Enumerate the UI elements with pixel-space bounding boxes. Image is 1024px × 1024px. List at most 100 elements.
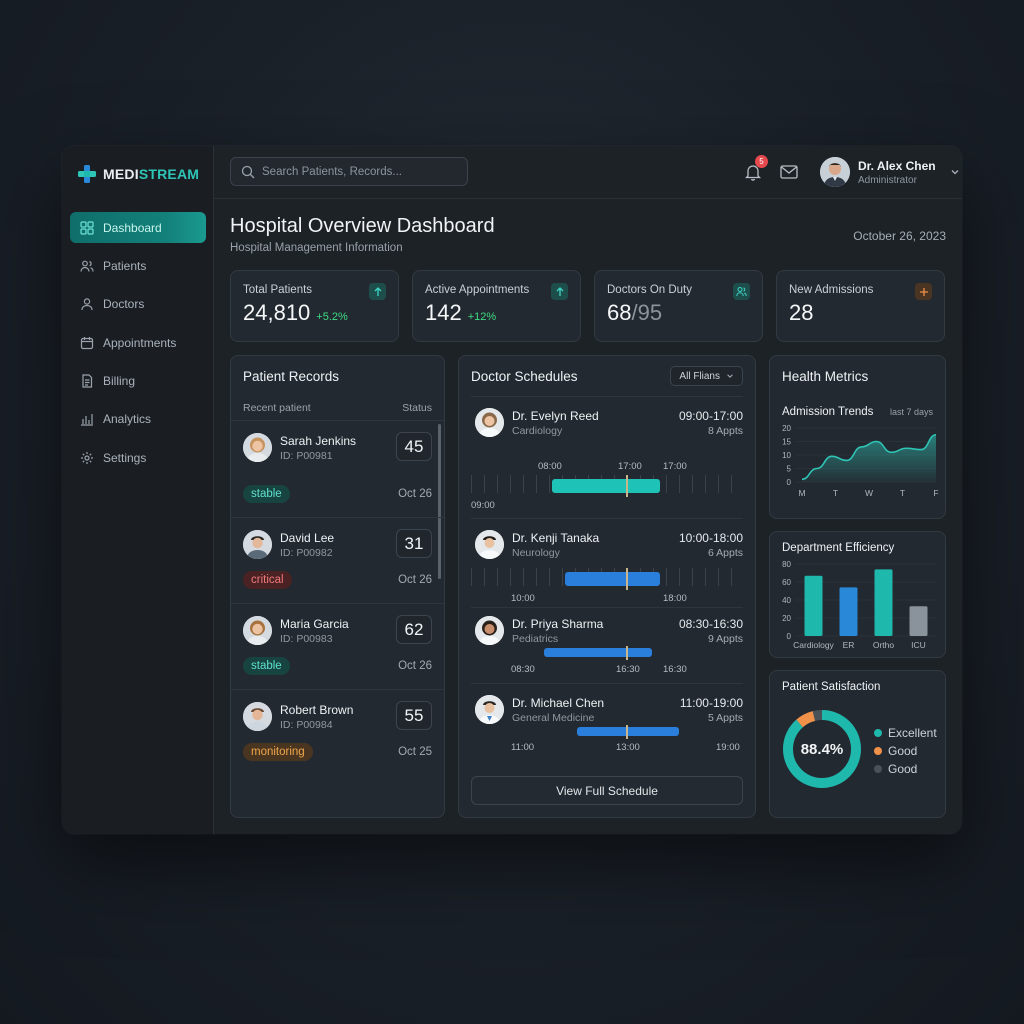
column-header: Recent patient — [243, 402, 311, 414]
doctor-name: Dr. Priya Sharma — [512, 617, 604, 631]
timeline-label: 17:00 — [663, 461, 687, 472]
mail-icon[interactable] — [780, 164, 798, 180]
calendar-icon — [80, 336, 94, 349]
chevron-down-icon — [727, 374, 733, 378]
shift-bar[interactable] — [552, 479, 660, 493]
page-title: Hospital Overview Dashboard — [230, 215, 495, 237]
timeline — [471, 475, 743, 497]
doctor-schedule-item[interactable]: Dr. Evelyn Reed Cardiology 09:00-17:00 8… — [471, 408, 743, 518]
patient-score: 55 — [396, 701, 432, 730]
sidebar-item-appointments[interactable]: Appointments — [70, 327, 206, 358]
x-tick-label: Ortho — [873, 640, 895, 650]
shift-bar[interactable] — [565, 572, 660, 586]
legend-swatch — [874, 729, 882, 737]
user-icon — [81, 298, 93, 311]
sidebar-item-patients[interactable]: Patients — [70, 250, 206, 281]
logo-cross-icon — [78, 165, 96, 183]
arrow-up-icon — [369, 283, 386, 300]
patient-name: David Lee — [280, 531, 335, 545]
timeline-label: 16:30 — [663, 664, 687, 675]
legend-label: Good — [888, 744, 918, 758]
satisfaction-legend: Excellent Good Good — [874, 726, 937, 780]
y-tick-label: 0 — [787, 478, 792, 487]
current-time-marker — [626, 568, 628, 590]
document-icon — [82, 374, 93, 388]
shift-bar[interactable] — [544, 648, 652, 657]
patient-satisfaction-chart[interactable]: 88.4% — [780, 707, 864, 791]
shift-bar[interactable] — [577, 727, 679, 736]
status-badge: stable — [243, 657, 290, 675]
status-badge: monitoring — [243, 743, 313, 761]
stat-delta: +12% — [467, 311, 497, 323]
app-window: MEDISTREAM Dashboard Patients Doctors Ap… — [62, 146, 962, 834]
doctor-schedule-item[interactable]: Dr. Michael Chen General Medicine 11:00-… — [471, 695, 743, 765]
timeline-label: 18:00 — [663, 593, 687, 604]
panel-title: Doctor Schedules — [471, 369, 578, 384]
sidebar-item-analytics[interactable]: Analytics — [70, 404, 206, 435]
doctor-schedule-item[interactable]: Dr. Priya Sharma Pediatrics 08:30-16:30 … — [471, 616, 743, 686]
y-tick-label: 60 — [782, 578, 791, 587]
timeline-label: 08:00 — [538, 461, 562, 472]
list-item[interactable]: Sarah Jenkins ID: P00981 45 stable Oct 2… — [231, 420, 444, 517]
x-tick-label: F — [933, 488, 938, 498]
view-full-schedule-button[interactable]: View Full Schedule — [471, 776, 743, 805]
y-tick-label: 5 — [787, 465, 792, 474]
bar-chart-icon — [81, 414, 93, 427]
filter-label: All Flians — [679, 370, 720, 382]
status-badge: critical — [243, 571, 292, 589]
health-metrics-panel: Health Metrics Admission Trends last 7 d… — [769, 355, 946, 519]
doctor-name: Dr. Kenji Tanaka — [512, 531, 600, 545]
doctor-schedules-panel: Doctor Schedules All Flians Dr. Evelyn R… — [458, 355, 756, 818]
admission-trends-chart[interactable]: 0 5 10 15 20 M T W T F — [776, 424, 941, 512]
doctor-schedule-item[interactable]: Dr. Kenji Tanaka Neurology 10:00-18:00 6… — [471, 530, 743, 610]
admission-trends-note: last 7 days — [889, 407, 933, 417]
logo[interactable]: MEDISTREAM — [77, 164, 199, 184]
legend-swatch — [874, 765, 882, 773]
patient-id: ID: P00981 — [280, 450, 333, 462]
avatar — [475, 695, 504, 724]
record-date: Oct 26 — [398, 488, 432, 500]
sidebar-item-label: Settings — [103, 450, 147, 465]
record-date: Oct 25 — [398, 746, 432, 758]
panel-title: Health Metrics — [782, 369, 869, 384]
search-box[interactable] — [230, 157, 468, 186]
bar — [804, 575, 823, 636]
patient-satisfaction-panel: Patient Satisfaction 88.4% Excellent Good… — [769, 670, 946, 818]
arrow-up-icon — [551, 283, 568, 300]
current-time-marker — [626, 725, 628, 739]
timeline — [471, 725, 743, 739]
sidebar-item-doctors[interactable]: Doctors — [70, 289, 206, 320]
avatar — [243, 530, 272, 559]
list-item[interactable]: David Lee ID: P00982 31 critical Oct 26 — [231, 517, 444, 603]
sidebar-item-dashboard[interactable]: Dashboard — [70, 212, 206, 243]
timeline-label: 19:00 — [716, 742, 740, 753]
search-icon — [241, 165, 255, 178]
user-menu[interactable]: Dr. Alex Chen Administrator — [820, 157, 960, 187]
patient-score: 31 — [396, 529, 432, 558]
legend-item: Excellent — [874, 726, 937, 740]
search-input[interactable] — [262, 165, 452, 178]
x-tick-label: M — [798, 488, 805, 498]
schedule-filter-dropdown[interactable]: All Flians — [670, 366, 743, 386]
panel-title: Patient Records — [243, 369, 340, 384]
timeline-label: 13:00 — [616, 742, 640, 753]
avatar — [243, 433, 272, 462]
top-bar: 5 Dr. Alex Chen Administrator — [214, 146, 962, 199]
doctor-name: Dr. Michael Chen — [512, 696, 605, 710]
doctor-hours: 09:00-17:00 — [678, 409, 743, 423]
legend-label: Good — [888, 762, 918, 776]
department-efficiency-chart[interactable]: 0 20 40 60 80 Cardiology ER Ortho ICU — [776, 558, 941, 654]
doctor-specialty: Cardiology — [512, 425, 563, 437]
stat-card-doctors-on-duty[interactable]: Doctors On Duty 68/95 — [594, 270, 763, 342]
list-item[interactable]: Maria Garcia ID: P00983 62 stable Oct 26 — [231, 603, 444, 689]
stat-card-new-admissions[interactable]: New Admissions 28 — [776, 270, 945, 342]
y-tick-label: 20 — [782, 424, 791, 433]
doctor-hours: 10:00-18:00 — [678, 531, 743, 545]
patient-name: Robert Brown — [280, 703, 354, 717]
sidebar-item-billing[interactable]: Billing — [70, 366, 206, 397]
stat-card-active-appointments[interactable]: Active Appointments 142 +12% — [412, 270, 581, 342]
timeline-label: 16:30 — [616, 664, 640, 675]
list-item[interactable]: Robert Brown ID: P00984 55 monitoring Oc… — [231, 689, 444, 775]
sidebar-item-settings[interactable]: Settings — [70, 442, 206, 473]
stat-card-total-patients[interactable]: Total Patients 24,810 +5.2% — [230, 270, 399, 342]
